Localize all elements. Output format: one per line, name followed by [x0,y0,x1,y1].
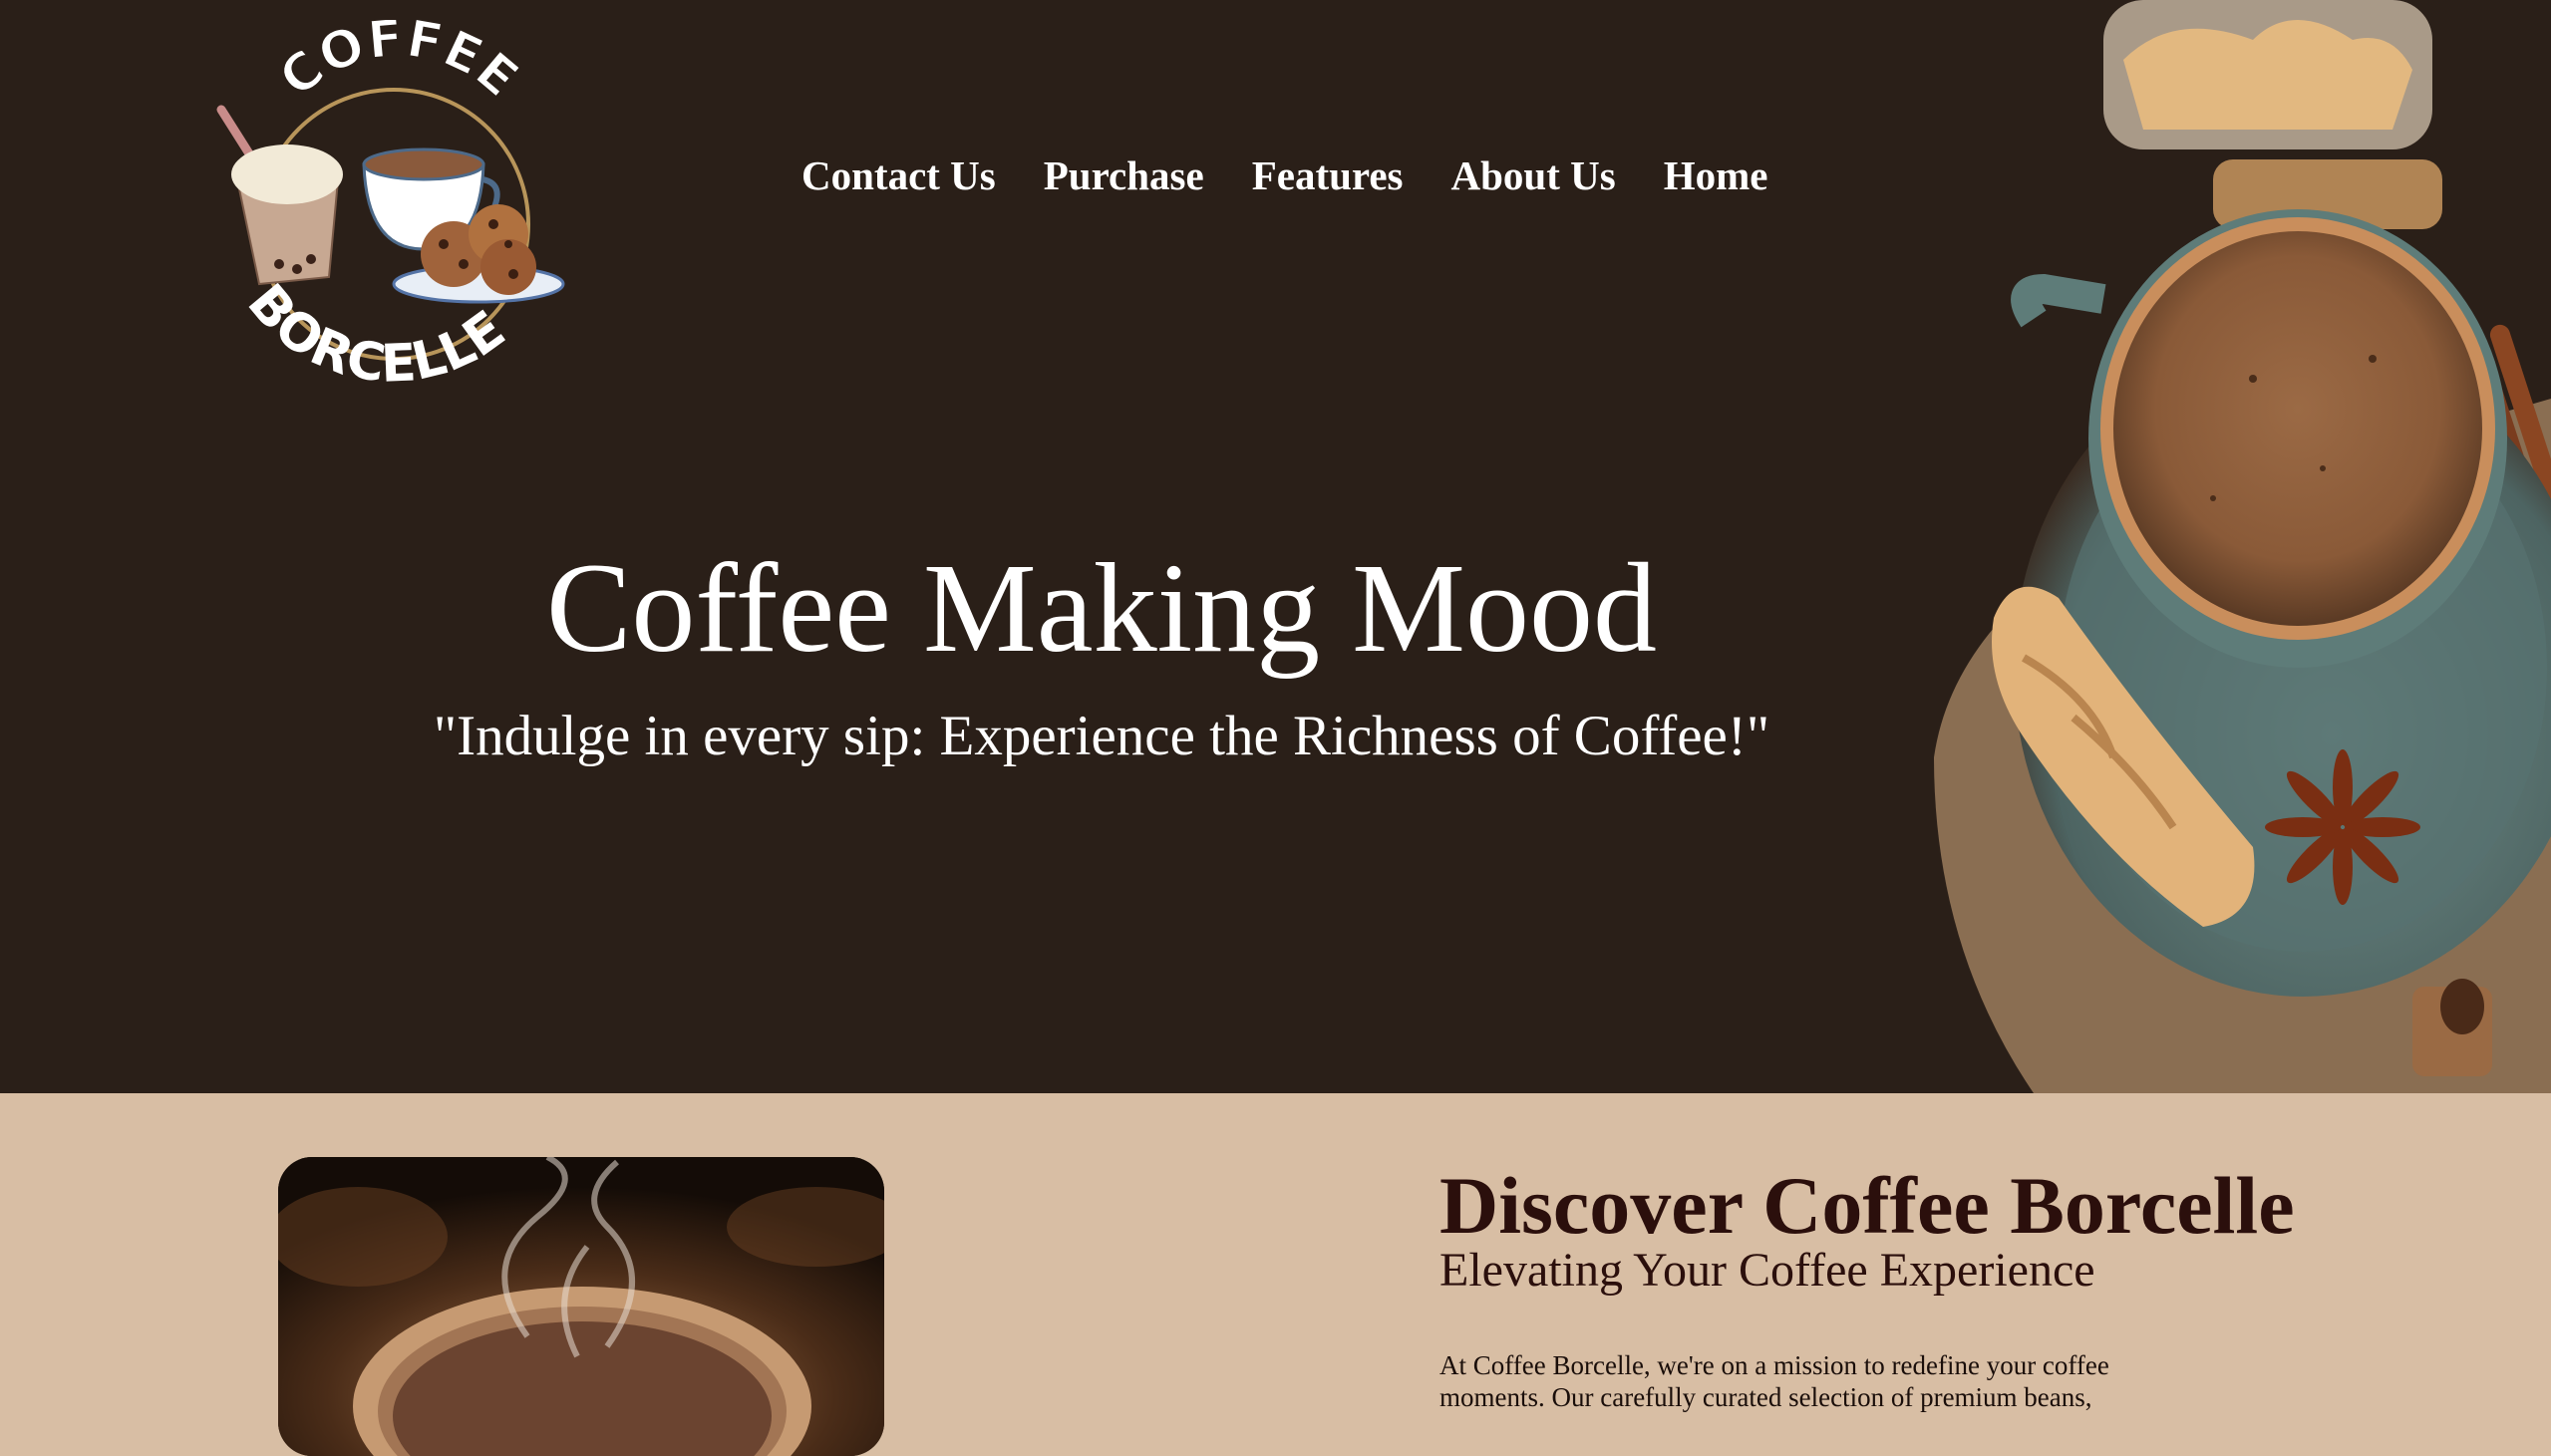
hero-section: COFFEE BORCELLE Contact Us Purchase Feat… [0,0,2551,1093]
coffee-borcelle-logo[interactable]: COFFEE BORCELLE [189,20,608,438]
about-section: Discover Coffee Borcelle Elevating Your … [0,1093,2551,1456]
about-title: Discover Coffee Borcelle [1439,1160,2295,1251]
about-subtitle: Elevating Your Coffee Experience [1439,1244,2095,1297]
hero-subtitle: "Indulge in every sip: Experience the Ri… [433,705,1770,767]
steaming-coffee-image [278,1157,884,1456]
nav-contact-us[interactable]: Contact Us [778,151,1020,199]
nav-home[interactable]: Home [1640,151,1792,199]
hero-title: Coffee Making Mood [546,537,1657,679]
nav-purchase[interactable]: Purchase [1020,151,1228,199]
nav-features[interactable]: Features [1228,151,1428,199]
about-paragraph: At Coffee Borcelle, we're on a mission t… [1439,1350,2109,1412]
main-nav: Contact Us Purchase Features About Us Ho… [778,151,1791,199]
svg-text:COFFEE: COFFEE [268,20,529,110]
nav-about-us[interactable]: About Us [1428,151,1640,199]
coffee-cup-image [1874,0,2551,1093]
